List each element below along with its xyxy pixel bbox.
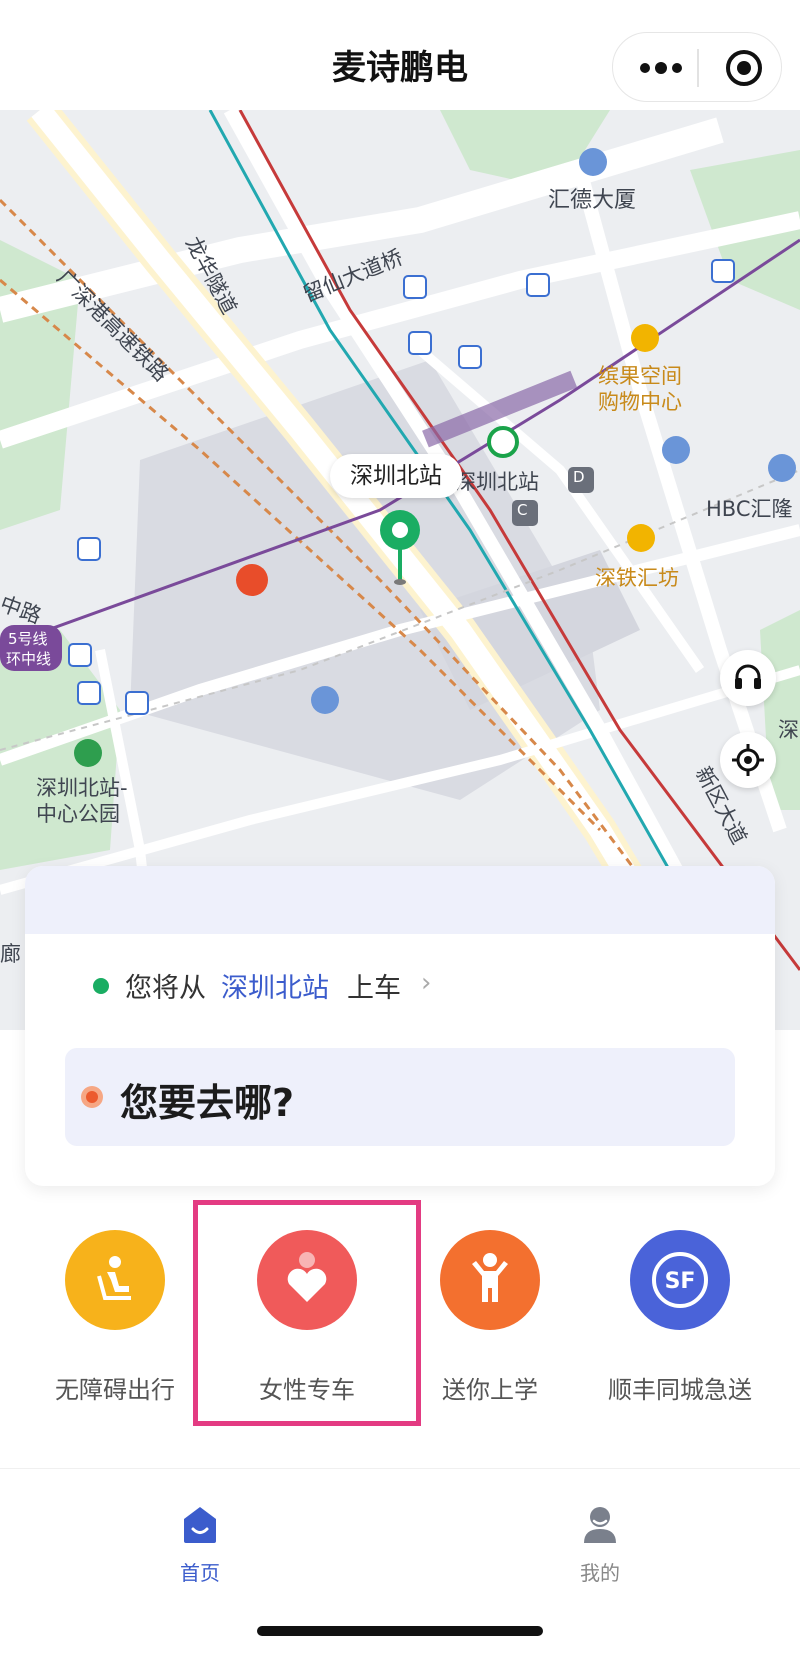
locate-icon [732, 744, 764, 776]
map-label-station-right: 深圳北站 [455, 470, 539, 494]
map-label-huide: 汇德大厦 [548, 188, 637, 213]
accessible-seat-icon [65, 1230, 165, 1330]
trip-card: 您将从 深圳北站 上车 › 您要去哪? [25, 866, 775, 1186]
service-label: 无障碍出行 [55, 1376, 175, 1404]
destination-dot-icon [81, 1086, 103, 1108]
tab-me[interactable]: 我的 [540, 1503, 660, 1593]
service-label: 送你上学 [442, 1376, 538, 1404]
map-label-shen-edge: 深 [778, 718, 799, 742]
svg-text:SF: SF [665, 1269, 696, 1294]
map-label-line5b: 环中线 [6, 650, 52, 668]
more-dots-icon[interactable] [631, 43, 691, 93]
pickup-suffix: 上车 [347, 973, 401, 1004]
tab-label: 我的 [580, 1561, 620, 1585]
target-circle-icon[interactable] [723, 47, 765, 89]
map-label-shentie: 深铁汇坊 [595, 566, 679, 590]
map-label-hbc: HBC汇隆 [706, 497, 793, 521]
service-accessible[interactable]: 无障碍出行 [25, 1230, 205, 1404]
chevron-right-icon[interactable]: › [421, 968, 431, 998]
home-icon [184, 1507, 216, 1543]
pickup-prefix: 您将从 [125, 973, 206, 1004]
child-icon [440, 1230, 540, 1330]
map-label-gouwu: 购物中心 [598, 390, 682, 414]
service-sf-express[interactable]: SF 顺丰同城急送 [590, 1230, 770, 1404]
mini-program-header: 麦诗鹏电 [0, 0, 800, 110]
pickup-dot-icon [93, 978, 109, 994]
tab-home[interactable]: 首页 [140, 1503, 260, 1593]
service-label: 顺丰同城急送 [608, 1376, 752, 1404]
destination-input[interactable]: 您要去哪? [65, 1048, 735, 1146]
map-badge-d: D [573, 468, 585, 486]
capsule-menu [612, 32, 782, 102]
locate-button[interactable] [720, 732, 776, 788]
pickup-pin-label: 深圳北站 [330, 454, 462, 498]
map-label-park-2: 中心公园 [36, 802, 120, 826]
highlight-box [193, 1200, 421, 1426]
card-header-band [25, 866, 775, 934]
pickup-station-link[interactable]: 深圳北站 [221, 966, 329, 1005]
tab-label: 首页 [180, 1561, 220, 1585]
user-icon [584, 1507, 616, 1543]
map-label-line5a: 5号线 [8, 630, 48, 648]
pickup-pin-icon[interactable] [378, 508, 422, 588]
map-label-lang: 廊 [0, 942, 21, 966]
home-indicator [257, 1626, 543, 1636]
support-button[interactable] [720, 650, 776, 706]
destination-placeholder: 您要去哪? [120, 1081, 295, 1125]
headset-icon [735, 664, 761, 689]
map-badge-c: C [517, 501, 528, 519]
capsule-divider [697, 49, 699, 87]
service-school[interactable]: 送你上学 [400, 1230, 580, 1404]
sf-express-icon: SF [630, 1230, 730, 1330]
